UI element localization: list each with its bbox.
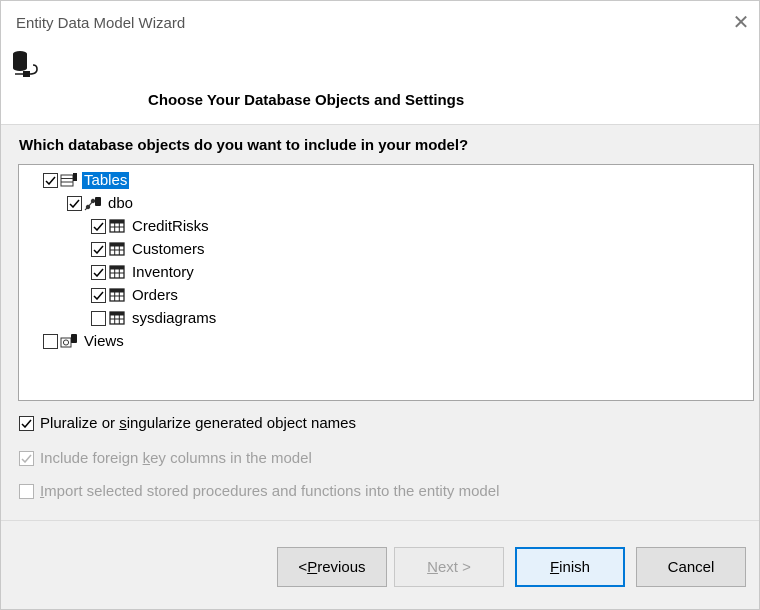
- tree-label-table: CreditRisks: [132, 217, 209, 235]
- pluralize-option[interactable]: Pluralize or singularize generated objec…: [19, 412, 356, 434]
- foreign-keys-option[interactable]: Include foreign key columns in the model: [19, 447, 312, 469]
- table-checkbox[interactable]: [91, 218, 106, 234]
- tree-label-dbo: dbo: [108, 194, 134, 212]
- page-heading: Choose Your Database Objects and Setting…: [148, 92, 465, 109]
- table-checkbox[interactable]: [91, 264, 106, 280]
- close-button[interactable]: ✕: [723, 5, 759, 39]
- tables-checkbox[interactable]: [43, 172, 58, 188]
- tree-node-table[interactable]: Customers: [91, 238, 207, 260]
- window-title: Entity Data Model Wizard: [16, 15, 186, 32]
- tree-node-table[interactable]: Orders: [91, 284, 180, 306]
- table-icon: [109, 288, 125, 302]
- foreign-keys-label: Include foreign key columns in the model: [40, 449, 312, 467]
- next-button[interactable]: Next >: [394, 547, 504, 587]
- table-checkbox[interactable]: [91, 310, 106, 326]
- pluralize-label: Pluralize or singularize generated objec…: [40, 414, 357, 432]
- tree-node-views[interactable]: Views: [43, 330, 126, 352]
- footer-divider: [1, 520, 759, 521]
- stored-procedures-option[interactable]: Import selected stored procedures and fu…: [19, 480, 499, 502]
- tree-label-table: sysdiagrams: [132, 309, 217, 327]
- table-checkbox[interactable]: [91, 287, 106, 303]
- tree-node-dbo[interactable]: dbo: [67, 192, 135, 214]
- table-icon: [109, 219, 125, 233]
- foreign-keys-checkbox[interactable]: [19, 450, 34, 466]
- tree-label-table: Customers: [132, 240, 205, 258]
- stored-procedures-checkbox[interactable]: [19, 483, 34, 499]
- wizard-header: Entity Data Model Wizard ✕ Choose Your D…: [1, 1, 759, 125]
- dbo-checkbox[interactable]: [67, 195, 82, 211]
- cancel-button[interactable]: Cancel: [636, 547, 746, 587]
- tree-node-table[interactable]: Inventory: [91, 261, 196, 283]
- tree-node-table[interactable]: CreditRisks: [91, 215, 211, 237]
- schema-icon: [84, 197, 101, 211]
- views-checkbox[interactable]: [43, 333, 58, 349]
- close-icon: ✕: [732, 11, 750, 34]
- tree-label-tables: Tables: [82, 171, 130, 189]
- table-icon: [109, 265, 125, 279]
- previous-button[interactable]: < Previous: [277, 547, 387, 587]
- wizard-window: Entity Data Model Wizard ✕ Choose Your D…: [0, 0, 760, 610]
- table-icon: [109, 242, 125, 256]
- views-icon: [60, 334, 77, 348]
- table-icon: [109, 311, 125, 325]
- finish-button[interactable]: Finish: [515, 547, 625, 587]
- tree-node-tables[interactable]: Tables: [43, 169, 130, 191]
- table-checkbox[interactable]: [91, 241, 106, 257]
- pluralize-checkbox[interactable]: [19, 415, 34, 431]
- objects-question: Which database objects do you want to in…: [19, 137, 469, 154]
- tree-label-table: Orders: [132, 286, 178, 304]
- tables-icon: [60, 173, 77, 187]
- tree-node-table[interactable]: sysdiagrams: [91, 307, 218, 329]
- stored-procedures-label: Import selected stored procedures and fu…: [40, 482, 500, 500]
- database-objects-tree[interactable]: Tables dbo CreditRisks Customers Invento…: [18, 164, 754, 401]
- tree-label-table: Inventory: [132, 263, 194, 281]
- database-connect-icon: [13, 51, 38, 77]
- tree-label-views: Views: [84, 332, 124, 350]
